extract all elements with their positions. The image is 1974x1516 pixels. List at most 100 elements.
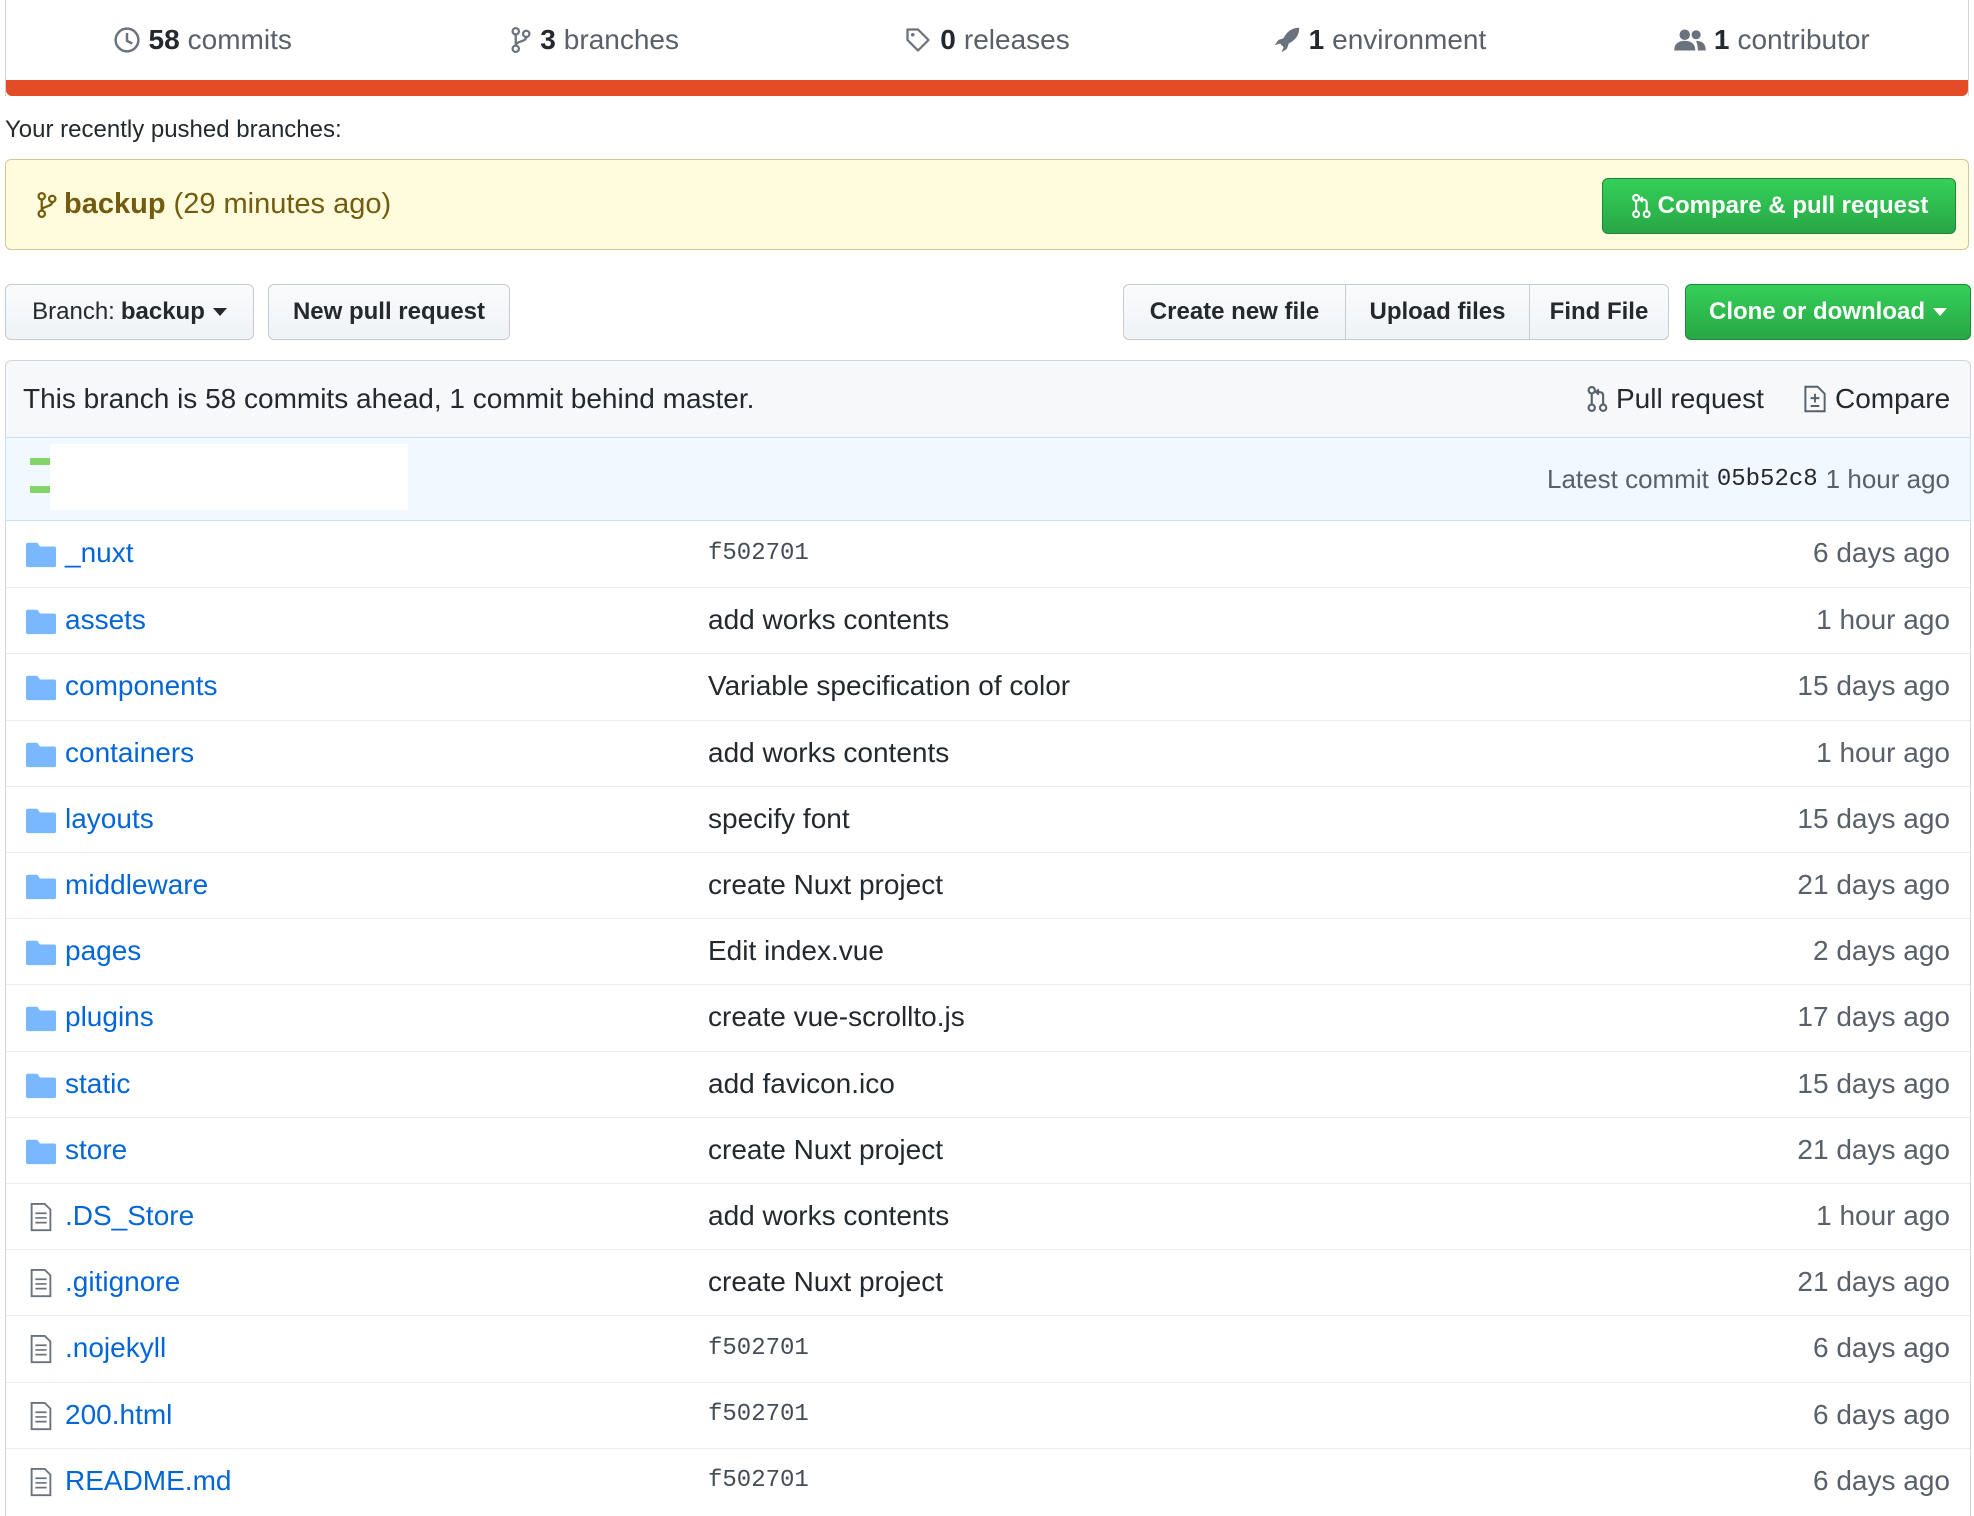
pull-request-label: Pull request [1616,383,1764,414]
file-name-link[interactable]: middleware [65,853,208,917]
commit-message-link[interactable]: add works contents [708,1184,949,1248]
releases-count: 0 [940,24,956,55]
file-diff-icon [1803,385,1827,413]
commit-message-link[interactable]: Edit index.vue [708,919,884,983]
commit-age: 17 days ago [1797,1001,1950,1033]
file-name-link[interactable]: 200.html [65,1383,172,1447]
new-pull-request-button[interactable]: New pull request [268,284,510,340]
environment-label: environment [1332,24,1487,55]
environment-count: 1 [1308,24,1325,55]
commit-age: 21 days ago [1797,1266,1950,1298]
file-name-link[interactable]: components [65,654,218,718]
file-name-link[interactable]: pages [65,919,141,983]
contributors-link[interactable]: 1 contributor [1576,0,1968,80]
table-row: middleware create Nuxt project 21 days ago [6,852,1970,918]
commit-message-link[interactable]: add favicon.ico [708,1052,895,1116]
file-name-link[interactable]: .DS_Store [65,1184,194,1248]
commit-message-link[interactable]: Variable specification of color [708,654,1070,718]
commit-message-link[interactable]: f502701 [708,1449,809,1513]
people-icon [1674,26,1706,54]
commits-link[interactable]: 58 commits [6,0,398,80]
table-row: .DS_Store add works contents 1 hour ago [6,1183,1970,1249]
folder-icon [26,1003,56,1033]
create-new-file-button[interactable]: Create new file [1123,284,1346,340]
environment-link[interactable]: 1 environment [1183,0,1575,80]
commit-message-link[interactable]: create vue-scrollto.js [708,985,965,1049]
file-list: _nuxt f502701 6 days ago assets add works co… [5,521,1971,1516]
file-name-link[interactable]: README.md [65,1449,231,1513]
upload-files-button[interactable]: Upload files [1345,284,1530,340]
file-name-link[interactable]: layouts [65,787,154,851]
compare-pull-request-button[interactable]: Compare & pull request [1602,178,1956,234]
git-pull-request-icon [1586,385,1608,413]
commit-age: 21 days ago [1797,869,1950,900]
commit-message-link[interactable]: create Nuxt project [708,1250,943,1314]
compare-pull-request-label: Compare & pull request [1657,192,1929,219]
file-icon [26,1401,56,1431]
branch-status-text: This branch is 58 commits ahead, 1 commi… [23,383,755,414]
file-name-link[interactable]: _nuxt [65,521,134,585]
folder-icon [26,937,56,967]
table-row: .nojekyll f502701 6 days ago [6,1315,1970,1381]
file-name-link[interactable]: assets [65,588,146,652]
recent-branch-time: (29 minutes ago) [173,188,392,220]
latest-commit-sha[interactable]: 05b52c8 [1717,466,1818,493]
commit-message-link[interactable]: add works contents [708,588,949,652]
latest-commit-label: Latest commit [1547,463,1709,494]
table-row: layouts specify font 15 days ago [6,785,1970,852]
clone-or-download-button[interactable]: Clone or download [1685,284,1971,340]
pull-request-link[interactable]: Pull request [1586,361,1764,437]
table-row: store create Nuxt project 21 days ago [6,1116,1970,1183]
commit-message-link[interactable]: specify font [708,787,850,851]
git-branch-icon [36,191,58,219]
history-icon [113,26,141,54]
commit-message-link[interactable]: f502701 [708,1316,809,1380]
find-file-button[interactable]: Find File [1529,284,1669,340]
clone-or-download-label: Clone or download [1709,298,1925,325]
commit-message-link[interactable]: create Nuxt project [708,1118,943,1182]
commit-age: 6 days ago [1813,1332,1950,1364]
file-name-link[interactable]: .nojekyll [65,1316,166,1380]
commit-age: 15 days ago [1797,802,1950,834]
table-row: containers add works contents 1 hour ago [6,719,1970,786]
caret-down-icon [212,308,227,316]
recent-branch-name[interactable]: backup [64,188,166,221]
file-name-link[interactable]: store [65,1118,127,1182]
latest-commit-bar: Latest commit 05b52c8 1 hour ago [5,437,1971,521]
compare-link[interactable]: Compare [1803,361,1950,437]
repo-summary: 58 commits 3 branches 0 releases 1 envir… [5,0,1969,96]
file-icon [26,1334,56,1364]
commit-message-link[interactable]: f502701 [708,521,809,585]
commit-age: 6 days ago [1813,1464,1950,1496]
commit-message-link[interactable]: create Nuxt project [708,853,943,917]
commits-count: 58 [148,24,180,55]
latest-commit-info: Latest commit 05b52c8 1 hour ago [1547,438,1950,520]
contributors-count: 1 [1713,24,1730,55]
branches-link[interactable]: 3 branches [398,0,790,80]
language-bar[interactable] [6,80,1968,96]
recent-branches-label: Your recently pushed branches: [5,116,342,143]
table-row: components Variable specification of colo… [6,653,1970,719]
file-name-link[interactable]: .gitignore [65,1250,180,1314]
git-branch-icon [510,26,532,54]
file-name-link[interactable]: plugins [65,985,154,1049]
table-row: README.md f502701 6 days ago [6,1447,1970,1514]
commits-label: commits [187,24,292,55]
commit-age: 6 days ago [1813,537,1950,568]
table-row: static add favicon.ico 15 days ago [6,1050,1970,1117]
branch-select-button[interactable]: Branch: backup [5,284,254,340]
table-row: 200.html f502701 6 days ago [6,1381,1970,1448]
commit-age: 21 days ago [1797,1133,1950,1165]
file-name-link[interactable]: static [65,1052,130,1116]
commit-message-link[interactable]: f502701 [708,1383,809,1447]
folder-icon [26,739,56,769]
branches-count: 3 [540,24,556,55]
file-name-link[interactable]: containers [65,721,194,785]
folder-icon [26,805,56,835]
commit-message-redacted [50,444,408,510]
branches-label: branches [563,24,679,55]
commit-message-link[interactable]: add works contents [708,721,949,785]
recent-branch-banner: backup (29 minutes ago) Compare & pull r… [5,159,1969,250]
releases-link[interactable]: 0 releases [791,0,1183,80]
branch-status-bar: This branch is 58 commits ahead, 1 commi… [5,360,1971,438]
